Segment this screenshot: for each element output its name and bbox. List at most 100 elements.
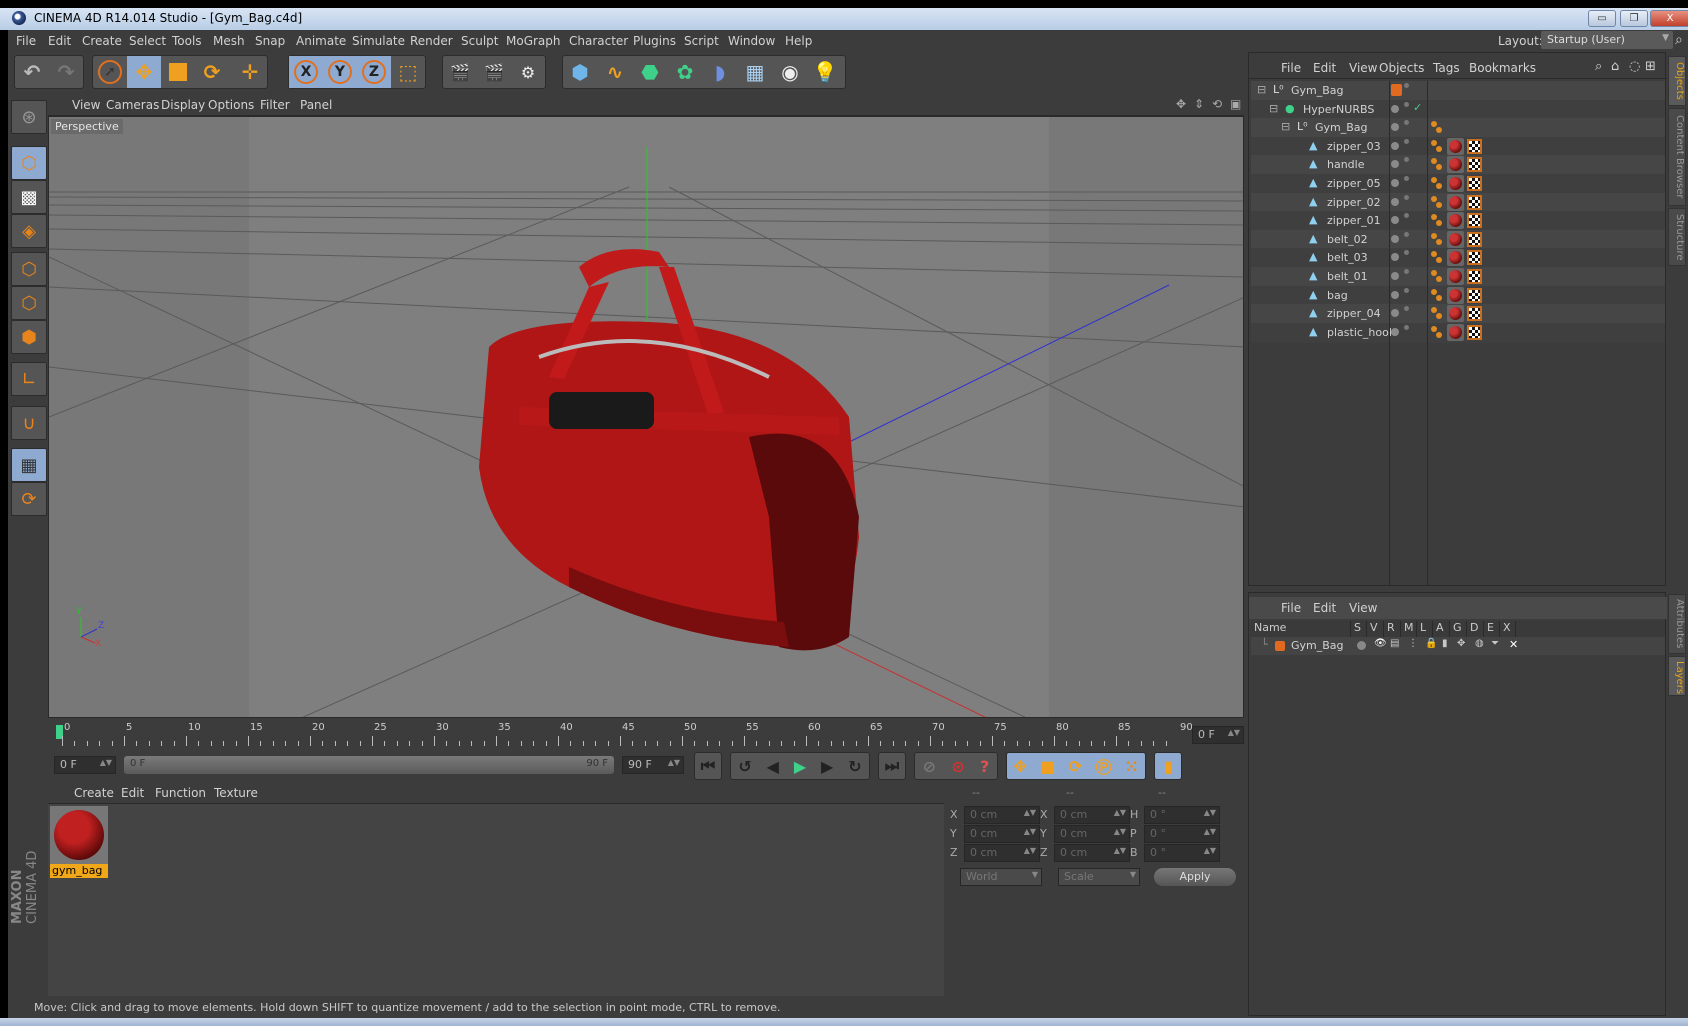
rotate-tool-icon[interactable]: ⟳ bbox=[195, 56, 229, 88]
layer-render-icon[interactable]: ▤ bbox=[1390, 638, 1399, 649]
layer-solo-toggle[interactable] bbox=[1357, 641, 1366, 650]
layer-column-header[interactable]: G bbox=[1450, 621, 1467, 637]
previous-frame-icon[interactable]: ◀ bbox=[767, 757, 779, 776]
render-visibility-dot[interactable] bbox=[1404, 157, 1409, 163]
menu-help[interactable]: Help bbox=[785, 34, 812, 48]
layer-column-header[interactable]: L bbox=[1417, 621, 1433, 637]
object-row[interactable]: ▲ zipper_02 bbox=[1251, 192, 1665, 213]
material-tag-icon[interactable] bbox=[1447, 286, 1464, 304]
previous-key-icon[interactable]: ↺ bbox=[738, 757, 751, 776]
render-visibility-dot[interactable] bbox=[1404, 83, 1409, 88]
layer-column-header[interactable]: R bbox=[1384, 621, 1401, 637]
eye-icon[interactable]: ◌ bbox=[1629, 59, 1640, 74]
keyframe-selection-icon[interactable]: ? bbox=[980, 757, 989, 776]
editor-visibility-dot[interactable] bbox=[1391, 104, 1399, 113]
object-row[interactable]: L⁰ ⊟ Gym_Bag bbox=[1251, 118, 1665, 139]
render-visibility-dot[interactable] bbox=[1404, 324, 1409, 330]
redo-icon[interactable]: ↷ bbox=[49, 56, 83, 88]
menu-file[interactable]: File bbox=[16, 34, 36, 48]
material-tag-icon[interactable] bbox=[1447, 268, 1464, 285]
coord-value-field[interactable]: 0 cm ▲▼ bbox=[964, 844, 1040, 862]
x-axis-lock-icon[interactable]: X bbox=[289, 56, 323, 88]
minimize-button[interactable]: ▭ bbox=[1588, 10, 1616, 27]
floor-icon[interactable]: ▦ bbox=[738, 56, 772, 88]
viewport-menu-panel[interactable]: Panel bbox=[300, 98, 332, 112]
layout-dropdown[interactable]: Startup (User) ▼ bbox=[1541, 31, 1673, 49]
material-tag-icon[interactable] bbox=[1447, 175, 1464, 192]
render-visibility-dot[interactable] bbox=[1404, 138, 1409, 144]
material-tag-icon[interactable] bbox=[1447, 305, 1464, 323]
record-position-icon[interactable]: ✥ bbox=[1014, 757, 1027, 776]
next-frame-icon[interactable]: ▶ bbox=[821, 757, 833, 776]
material-menu-function[interactable]: Function bbox=[155, 786, 206, 800]
apply-button[interactable]: Apply bbox=[1154, 868, 1236, 886]
layer-xref-icon[interactable]: ✕ bbox=[1509, 638, 1518, 651]
object-row[interactable]: ▲ belt_03 bbox=[1251, 248, 1665, 269]
live-selection-icon[interactable]: ➚ bbox=[93, 56, 127, 88]
points-mode-icon[interactable]: ⬡ bbox=[11, 252, 47, 286]
phong-tag-icon[interactable] bbox=[1431, 195, 1437, 202]
tab-objects[interactable]: Objects bbox=[1668, 56, 1686, 106]
uvw-tag-icon[interactable] bbox=[1467, 287, 1482, 303]
edges-mode-icon[interactable]: ⬡ bbox=[11, 286, 47, 320]
objects-menu-bookmarks[interactable]: Bookmarks bbox=[1469, 61, 1536, 75]
timeline-ruler[interactable]: 0 5 10 15 20 25 30 35 40 45 50 55 60 65 70 75 80 85 90 0 F… bbox=[48, 718, 1244, 750]
render-picture-viewer-icon[interactable]: 🎬 bbox=[477, 56, 511, 88]
layer-column-header[interactable]: M bbox=[1401, 621, 1417, 637]
last-tool-icon[interactable]: ✛ bbox=[233, 56, 267, 88]
render-visibility-dot[interactable] bbox=[1404, 250, 1409, 256]
object-row[interactable]: ▲ belt_01 bbox=[1251, 267, 1665, 287]
cube-icon[interactable]: ⬢ bbox=[563, 56, 597, 88]
objects-menu-view[interactable]: View bbox=[1349, 61, 1377, 75]
layer-expressions-icon[interactable]: ⏷ bbox=[1491, 638, 1499, 649]
layer-column-header[interactable]: E bbox=[1484, 621, 1500, 637]
move-view-icon[interactable]: ✥ bbox=[1176, 97, 1186, 111]
record-rotation-icon[interactable]: ⟳ bbox=[1069, 757, 1082, 776]
phong-tag-icon[interactable] bbox=[1431, 158, 1437, 165]
objects-menu-tags[interactable]: Tags bbox=[1433, 61, 1460, 75]
object-row[interactable]: ▲ zipper_03 bbox=[1251, 136, 1665, 157]
layer-manager-icon[interactable]: ⋮ bbox=[1408, 638, 1418, 649]
home-icon[interactable]: ⌂ bbox=[1611, 59, 1619, 74]
render-settings-icon[interactable]: ⚙ bbox=[511, 56, 545, 88]
editor-visibility-dot[interactable] bbox=[1391, 197, 1399, 206]
layers-menu-view[interactable]: View bbox=[1349, 601, 1377, 615]
menu-simulate[interactable]: Simulate bbox=[352, 34, 405, 48]
render-visibility-dot[interactable] bbox=[1404, 287, 1409, 293]
uvw-tag-icon[interactable] bbox=[1467, 231, 1482, 247]
object-row[interactable]: ▲ zipper_01 bbox=[1251, 211, 1665, 232]
tab-layers[interactable]: Layers bbox=[1668, 656, 1686, 696]
object-row[interactable]: ▲ belt_02 bbox=[1251, 229, 1665, 250]
layer-row[interactable]: └ Gym_Bag 👁 ▤ ⋮ 🔒 ▮ ✥ ◍ ⏷ ✕ bbox=[1251, 637, 1665, 655]
layer-column-header[interactable]: D bbox=[1467, 621, 1484, 637]
material-menu-texture[interactable]: Texture bbox=[214, 786, 258, 800]
go-to-start-icon[interactable]: ⏮ bbox=[694, 752, 722, 780]
material-menu-edit[interactable]: Edit bbox=[121, 786, 144, 800]
uvw-tag-icon[interactable] bbox=[1467, 250, 1482, 266]
go-to-end-icon[interactable]: ⏭ bbox=[878, 752, 906, 780]
phong-tag-icon[interactable] bbox=[1431, 214, 1437, 221]
objects-menu-edit[interactable]: Edit bbox=[1313, 61, 1336, 75]
coord-value-field[interactable]: 0 ° ▲▼ bbox=[1144, 844, 1220, 862]
render-visibility-dot[interactable] bbox=[1404, 231, 1409, 237]
object-row[interactable]: ▲ handle bbox=[1251, 155, 1665, 176]
material-tag-icon[interactable] bbox=[1447, 323, 1464, 341]
layer-column-header[interactable]: S bbox=[1351, 621, 1367, 637]
rotate-view-icon[interactable]: ⟲ bbox=[1212, 97, 1222, 111]
3d-viewport[interactable]: Y Z X Perspective bbox=[48, 116, 1244, 718]
array-icon[interactable]: ✿ bbox=[668, 56, 702, 88]
layer-color-indicator[interactable] bbox=[1391, 84, 1402, 96]
coord-value-field[interactable]: 0 ° ▲▼ bbox=[1144, 825, 1220, 843]
menu-create[interactable]: Create bbox=[82, 34, 122, 48]
menu-sculpt[interactable]: Sculpt bbox=[461, 34, 498, 48]
menu-render[interactable]: Render bbox=[410, 34, 453, 48]
render-visibility-dot[interactable] bbox=[1404, 120, 1409, 126]
layers-menu-edit[interactable]: Edit bbox=[1313, 601, 1336, 615]
layer-deformers-icon[interactable]: ◍ bbox=[1475, 638, 1484, 649]
axis-mode-icon[interactable]: ∟ bbox=[11, 362, 47, 396]
dolly-view-icon[interactable]: ⇕ bbox=[1194, 97, 1204, 111]
object-row[interactable]: ● ⊟ HyperNURBS ✓ bbox=[1251, 99, 1665, 120]
next-key-icon[interactable]: ↻ bbox=[848, 757, 861, 776]
objects-menu-file[interactable]: File bbox=[1281, 61, 1301, 75]
menu-window[interactable]: Window bbox=[728, 34, 775, 48]
